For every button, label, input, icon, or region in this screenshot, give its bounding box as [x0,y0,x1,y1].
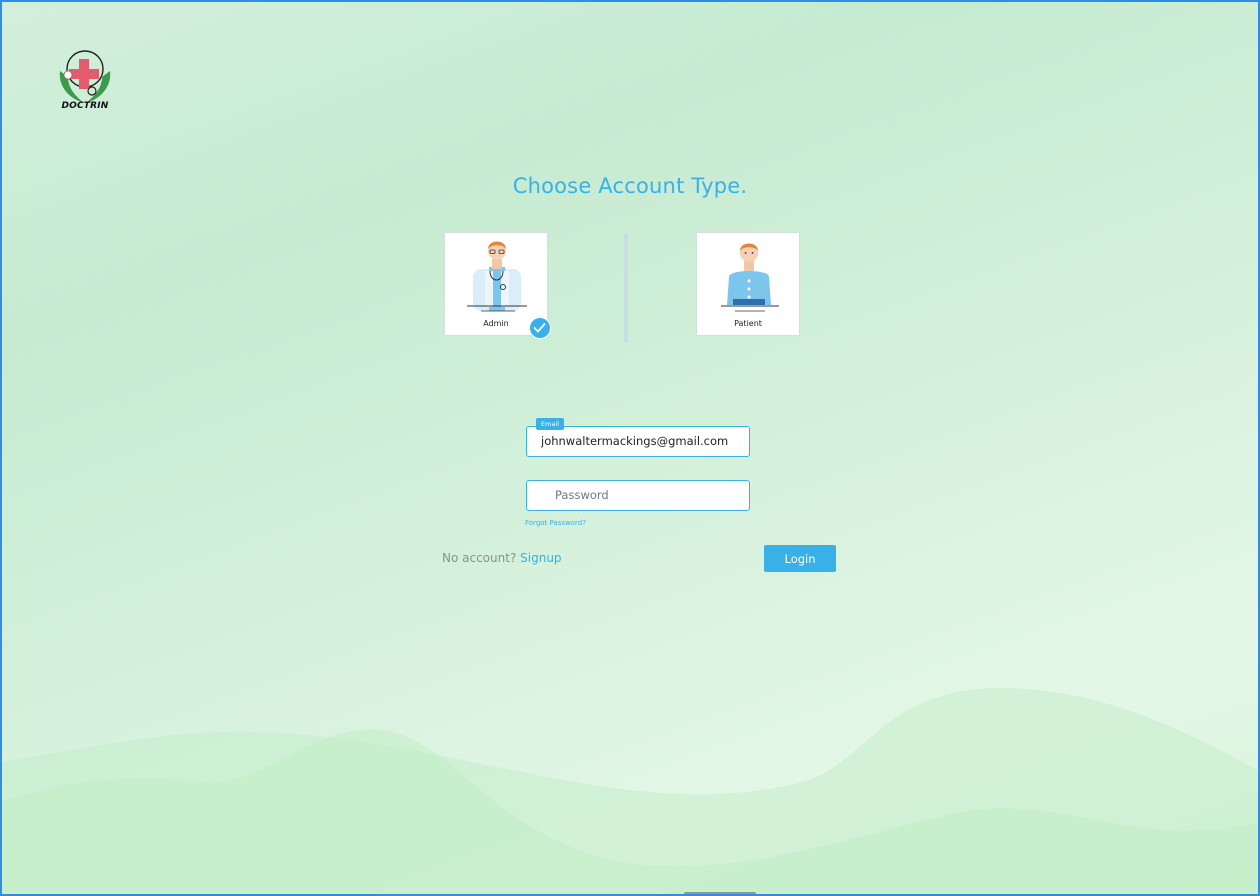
account-type-label: Patient [734,319,762,328]
password-input[interactable] [555,481,741,509]
account-type-patient[interactable]: Patient [696,232,800,336]
email-field-box [526,426,750,457]
password-field-box [526,480,750,511]
scroll-handle[interactable] [684,892,756,894]
email-input[interactable] [541,427,741,455]
card-divider [624,233,628,343]
brand-name: DOCTRIN [61,101,109,111]
selected-check-icon [529,317,551,339]
login-button[interactable]: Login [764,545,836,572]
no-account-prompt: No account? Signup [442,551,562,565]
login-screen: DOCTRIN Choose Account Type. Admin Patie… [0,0,1260,896]
no-account-text: No account? [442,551,517,565]
signup-link[interactable]: Signup [520,551,561,565]
forgot-password-link[interactable]: Forgot Password? [525,519,586,527]
email-field-tag: Email [536,418,565,430]
page-heading: Choose Account Type. [512,174,748,198]
